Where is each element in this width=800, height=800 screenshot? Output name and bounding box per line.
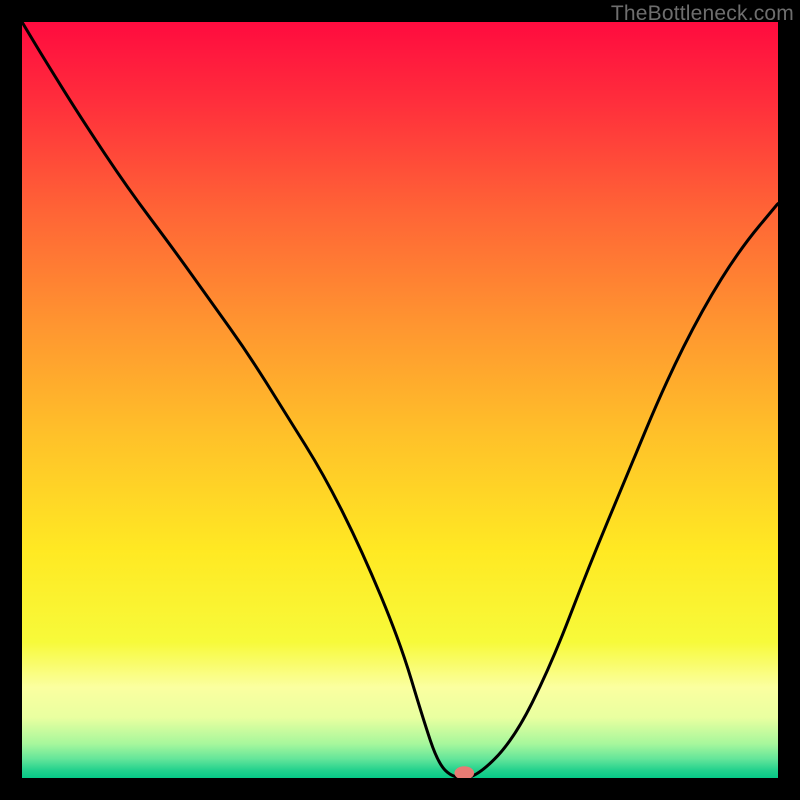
plot-area (22, 22, 778, 778)
chart-svg (22, 22, 778, 778)
chart-background (22, 22, 778, 778)
chart-frame: TheBottleneck.com (0, 0, 800, 800)
